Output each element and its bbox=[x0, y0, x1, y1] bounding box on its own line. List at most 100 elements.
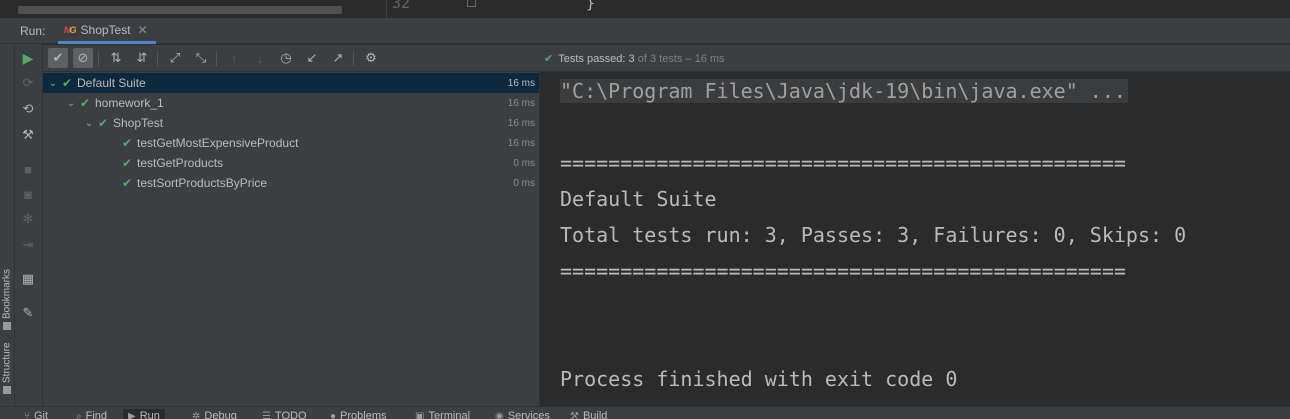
testng-icon: NG bbox=[64, 24, 77, 35]
console-separator: ========================================… bbox=[560, 259, 1126, 283]
chevron-down-icon[interactable]: ⌄ bbox=[65, 98, 77, 109]
passed-check-icon: ✔ bbox=[544, 53, 554, 65]
problems-tool-tab[interactable]: ● Problems bbox=[330, 410, 387, 419]
console-exit-message: Process finished with exit code 0 bbox=[560, 367, 958, 391]
export-tests-icon[interactable]: ↗ bbox=[328, 48, 348, 68]
rerun-failed-icon[interactable]: ⟳ bbox=[19, 74, 37, 92]
terminal-tool-tab[interactable]: ▣ Terminal bbox=[415, 410, 470, 419]
problems-icon: ● bbox=[330, 410, 337, 419]
tree-row-test-get-products[interactable]: ✔ testGetProducts 0 ms bbox=[43, 153, 539, 173]
console-separator: ========================================… bbox=[560, 151, 1126, 175]
tree-row-homework[interactable]: ⌄ ✔ homework_1 16 ms bbox=[43, 93, 539, 113]
passed-check-icon: ✔ bbox=[121, 176, 133, 190]
tree-row-duration: 16 ms bbox=[507, 117, 535, 129]
passed-check-icon: ✔ bbox=[79, 96, 91, 110]
tree-row-default-suite[interactable]: ⌄ ✔ Default Suite 16 ms bbox=[43, 73, 539, 93]
passed-check-icon: ✔ bbox=[97, 116, 109, 130]
todo-tool-tab[interactable]: ☰ TODO bbox=[262, 410, 307, 419]
chevron-down-icon[interactable]: ⌄ bbox=[47, 78, 59, 89]
show-passed-icon[interactable]: ✔ bbox=[48, 48, 68, 68]
tab-title: ShopTest bbox=[80, 22, 131, 37]
todo-tab-label: TODO bbox=[274, 410, 307, 419]
structure-label: Structure bbox=[1, 342, 13, 383]
git-tab-label: Git bbox=[34, 410, 49, 419]
tree-row-label: testGetMostExpensiveProduct bbox=[137, 136, 299, 150]
next-failed-icon[interactable]: ↓ bbox=[250, 48, 270, 68]
pin-icon[interactable]: ✎ bbox=[19, 304, 37, 322]
find-tab-label: Find bbox=[85, 410, 108, 419]
stop-icon[interactable]: ■ bbox=[19, 160, 37, 178]
console-command-line[interactable]: "C:\Program Files\Java\jdk-19\bin\java.e… bbox=[560, 79, 1128, 103]
tree-row-duration: 16 ms bbox=[507, 97, 535, 109]
tree-row-shoptest[interactable]: ⌄ ✔ ShopTest 16 ms bbox=[43, 113, 539, 133]
run-label: Run: bbox=[20, 24, 46, 38]
status-total: of 3 tests – 16 ms bbox=[637, 53, 725, 65]
show-ignored-icon[interactable]: ⊘ bbox=[73, 48, 93, 68]
tab-shoptest[interactable]: NG ShopTest ✕ bbox=[58, 18, 156, 44]
find-tool-tab[interactable]: ⌕ Find bbox=[76, 410, 107, 419]
services-tool-tab[interactable]: ◉ Services bbox=[495, 410, 550, 419]
git-tool-tab[interactable]: ⑂ Git bbox=[24, 410, 48, 419]
run-icon: ▶ bbox=[128, 410, 136, 419]
layout-icon[interactable]: ▦ bbox=[19, 270, 37, 288]
settings-gear-icon[interactable]: ⚙ bbox=[361, 48, 381, 68]
debug-tab-label: Debug bbox=[204, 410, 237, 419]
run-tool-window-header: Run: NG ShopTest ✕ bbox=[0, 18, 1290, 44]
tree-row-test-most-expensive[interactable]: ✔ testGetMostExpensiveProduct 16 ms bbox=[43, 133, 539, 153]
run-tool-tab[interactable]: ▶ Run bbox=[123, 409, 165, 419]
toolbar-divider bbox=[216, 51, 217, 66]
todo-icon: ☰ bbox=[262, 410, 271, 419]
tree-row-label: testGetProducts bbox=[137, 156, 224, 170]
bookmarks-tool-tab[interactable]: Bookmarks bbox=[0, 240, 14, 330]
structure-icon bbox=[3, 386, 11, 394]
search-icon: ⌕ bbox=[76, 410, 82, 419]
console-output[interactable]: "C:\Program Files\Java\jdk-19\bin\java.e… bbox=[541, 72, 1290, 406]
structure-tool-tab[interactable]: Structure bbox=[0, 332, 14, 394]
debug-icon: ✲ bbox=[192, 410, 201, 419]
passed-check-icon: ✔ bbox=[121, 156, 133, 170]
toolbar-divider bbox=[98, 51, 99, 66]
tree-row-label: ShopTest bbox=[113, 116, 164, 130]
services-tab-label: Services bbox=[507, 410, 550, 419]
tree-row-duration: 0 ms bbox=[513, 157, 535, 169]
bookmark-icon bbox=[3, 322, 11, 330]
tree-row-duration: 16 ms bbox=[507, 137, 535, 149]
exit-icon[interactable]: ⇥ bbox=[19, 236, 37, 254]
tree-row-label: testSortProductsByPrice bbox=[137, 176, 268, 190]
debug-tool-tab[interactable]: ✲ Debug bbox=[192, 410, 237, 419]
git-icon: ⑂ bbox=[24, 410, 30, 419]
test-runner-toolbar: ✔ ⊘ ⇅ ⇵ ⤢ ⤡ ↑ ↓ ◷ ↙ ↗ ⚙ ✔ Tests passed: 3… bbox=[43, 45, 1290, 72]
tree-row-label: homework_1 bbox=[95, 96, 164, 110]
problems-tab-label: Problems bbox=[340, 410, 387, 419]
build-icon: ⚒ bbox=[570, 410, 579, 419]
bottom-tool-bar: ⑂ Git ⌕ Find ▶ Run ✲ Debug ☰ TODO ● Problems ▣… bbox=[0, 406, 1290, 419]
close-icon[interactable]: ✕ bbox=[138, 23, 148, 37]
rerun-icon[interactable]: ▶ bbox=[19, 49, 37, 67]
sort-by-duration-icon[interactable]: ⇵ bbox=[132, 48, 152, 68]
run-actions-column: ▶ ⟳ ⟲ ⚒ ■ ◙ ✻ ⇥ ▦ ✎ bbox=[15, 44, 43, 406]
tree-row-test-sort-products[interactable]: ✔ testSortProductsByPrice 0 ms bbox=[43, 173, 539, 193]
chevron-down-icon[interactable]: ⌄ bbox=[83, 118, 95, 129]
build-tool-tab[interactable]: ⚒ Build bbox=[570, 410, 607, 419]
console-summary: Total tests run: 3, Passes: 3, Failures:… bbox=[560, 223, 1187, 247]
sort-alphabetically-icon[interactable]: ⇅ bbox=[106, 48, 126, 68]
camera-icon[interactable]: ◙ bbox=[19, 185, 37, 203]
fold-marker-icon[interactable] bbox=[467, 0, 476, 7]
expand-all-icon[interactable]: ⤢ bbox=[165, 48, 185, 68]
wrench-icon[interactable]: ⚒ bbox=[19, 126, 37, 144]
passed-check-icon: ✔ bbox=[61, 76, 73, 90]
terminal-icon: ▣ bbox=[415, 410, 425, 419]
services-icon: ◉ bbox=[495, 410, 504, 419]
left-tool-strip: Bookmarks Structure bbox=[0, 44, 15, 406]
collapse-all-icon[interactable]: ⤡ bbox=[191, 48, 211, 68]
code-closing-brace: } bbox=[586, 0, 596, 12]
previous-failed-icon[interactable]: ↑ bbox=[224, 48, 244, 68]
line-number: 32 bbox=[392, 0, 411, 12]
test-history-icon[interactable]: ◷ bbox=[276, 48, 296, 68]
toggle-auto-test-icon[interactable]: ⟲ bbox=[19, 100, 37, 118]
toolbar-divider bbox=[157, 51, 158, 66]
horizontal-scrollbar[interactable] bbox=[18, 6, 342, 14]
import-tests-icon[interactable]: ↙ bbox=[302, 48, 322, 68]
gear-icon[interactable]: ✻ bbox=[19, 210, 37, 228]
run-tab-label: Run bbox=[139, 410, 160, 419]
